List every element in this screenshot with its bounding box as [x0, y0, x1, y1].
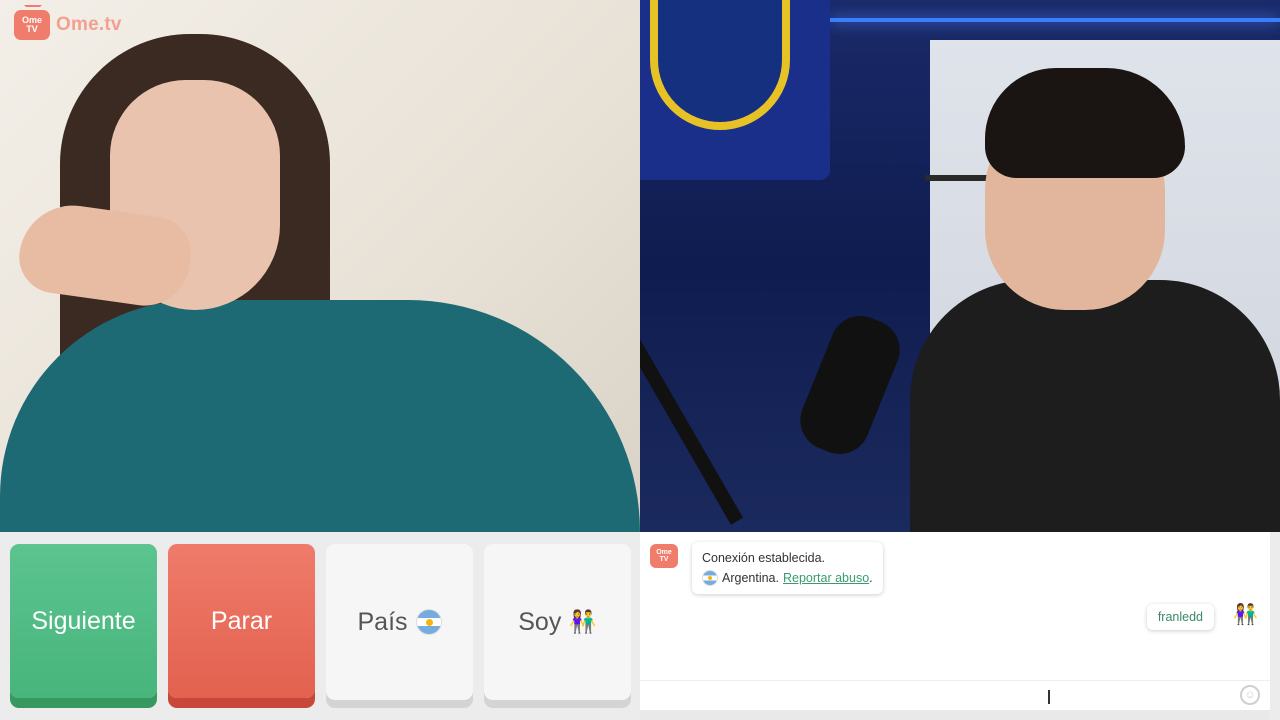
- chat-input[interactable]: ☺: [640, 680, 1270, 710]
- ometv-logo: Ome TV Ome.tv: [14, 5, 122, 40]
- argentina-flag-icon: [415, 609, 442, 635]
- club-banner: [640, 0, 830, 180]
- logo-icon-text-bottom: TV: [26, 24, 38, 34]
- mic-arm: [640, 275, 744, 525]
- ometv-app: Ome TV Ome.tv Siguiente Parar País Soy 👫…: [0, 0, 1280, 720]
- microphone: [791, 306, 909, 464]
- report-abuse-link[interactable]: Reportar abuso: [783, 571, 869, 585]
- gender-button-label: Soy: [518, 607, 562, 636]
- system-message: Conexión establecida. Argentina. Reporta…: [692, 542, 883, 594]
- system-country: Argentina.: [722, 571, 779, 585]
- self-hair: [985, 68, 1185, 178]
- self-body: [910, 280, 1280, 532]
- stop-button-label: Parar: [210, 606, 273, 635]
- tv-logo-icon: Ome TV: [650, 544, 678, 568]
- chat-panel: Ome TV Conexión establecida. Argentina. …: [640, 532, 1270, 710]
- logo-text: Ome.tv: [56, 14, 122, 35]
- system-icon-text-top: Ome: [656, 549, 672, 556]
- system-message-line1: Conexión establecida.: [702, 551, 825, 565]
- text-cursor-icon: [1048, 690, 1050, 704]
- club-crest: [650, 0, 790, 130]
- stranger-hoodie: [0, 300, 640, 532]
- next-button[interactable]: Siguiente: [10, 544, 157, 698]
- emoji-icon[interactable]: ☺: [1240, 685, 1260, 705]
- report-suffix: .: [869, 571, 873, 585]
- stop-button[interactable]: Parar: [168, 544, 315, 698]
- tv-logo-icon: Ome TV: [14, 5, 50, 40]
- system-message-line2: Argentina. Reportar abuso.: [702, 568, 873, 588]
- argentina-flag-icon: [702, 570, 718, 586]
- couple-icon: 👫: [569, 609, 597, 634]
- system-icon-text-bottom: TV: [659, 556, 669, 563]
- country-button-label: País: [357, 607, 408, 636]
- self-video: [640, 0, 1280, 532]
- gender-button[interactable]: Soy 👫: [484, 544, 631, 700]
- controls-panel: Siguiente Parar País Soy 👫: [0, 532, 640, 720]
- stranger-video: Ome TV Ome.tv: [0, 0, 640, 532]
- right-rail: [1270, 532, 1280, 720]
- next-button-label: Siguiente: [31, 606, 136, 635]
- led-strip: [830, 18, 1280, 22]
- country-filter-button[interactable]: País: [326, 544, 473, 700]
- couple-icon: 👫: [1233, 604, 1258, 626]
- chat-message: franledd: [1146, 604, 1214, 630]
